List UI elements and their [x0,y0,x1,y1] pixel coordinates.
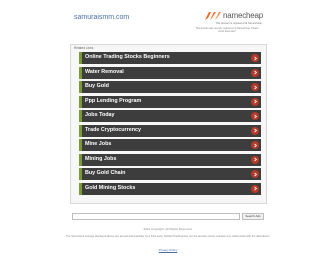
arrow-right-icon [251,155,259,164]
related-link-label: Water Removal [85,68,124,75]
related-link-label: Mining Jobs [85,155,117,162]
related-link-label: Jobs Today [85,112,115,118]
copyright: 2021 Copyright. All Rights Reserved. [143,227,193,231]
search-bar: Search Ads [72,213,264,221]
related-link-label: Ppp Lending Program [85,97,142,104]
related-link[interactable]: Ppp Lending Program [79,95,261,108]
arrow-right-icon [251,112,259,120]
page-header: samuraismm.com namecheap This domain is … [70,8,270,38]
arrow-right-icon [251,126,259,135]
related-link[interactable]: Online Trading Stocks Beginners [79,52,261,64]
registrar-notice: This domain is registered at Namecheap [215,22,262,25]
related-link[interactable]: Buy Gold [79,81,261,93]
related-link-label: Mine Jobs [85,141,112,147]
search-button[interactable]: Search Ads [242,213,264,220]
arrow-right-icon [251,97,259,106]
namecheap-branding: namecheap This domain is registered at N… [195,8,270,38]
related-links-panel: Related Links Online Trading Stocks Begi… [70,44,267,204]
related-link[interactable]: Mine Jobs [79,139,261,151]
related-link-label: Trade Cryptocurrency [85,126,142,133]
namecheap-logo-text: namecheap [223,11,264,20]
related-link[interactable]: Trade Cryptocurrency [79,124,261,137]
related-links-list: Online Trading Stocks Beginners Water Re… [79,52,261,197]
related-link[interactable]: Water Removal [79,66,261,79]
related-link[interactable]: Jobs Today [79,110,261,122]
privacy-policy-link[interactable]: Privacy Policy [0,248,336,252]
disclaimer: The Sponsored Listings displayed above a… [65,235,271,238]
namecheap-logo-icon [205,12,221,20]
related-link-label: Buy Gold Chain [85,170,126,176]
related-link-label: Buy Gold [85,83,109,89]
site-name[interactable]: samuraismm.com [74,14,129,21]
arrow-right-icon [251,170,259,178]
panel-title: Related Links [74,46,94,50]
arrow-right-icon [251,184,259,193]
arrow-right-icon [251,83,259,91]
related-link-label: Online Trading Stocks Beginners [85,54,170,60]
arrow-right-icon [251,68,259,77]
related-link[interactable]: Buy Gold Chain [79,168,261,180]
related-link[interactable]: Gold Mining Stocks [79,182,261,195]
related-link-label: Gold Mining Stocks [85,184,136,191]
arrow-right-icon [251,141,259,149]
registration-notice: This domain was recently registered at N… [195,27,259,34]
related-link[interactable]: Mining Jobs [79,153,261,166]
search-input[interactable] [72,213,240,220]
arrow-right-icon [251,54,259,62]
